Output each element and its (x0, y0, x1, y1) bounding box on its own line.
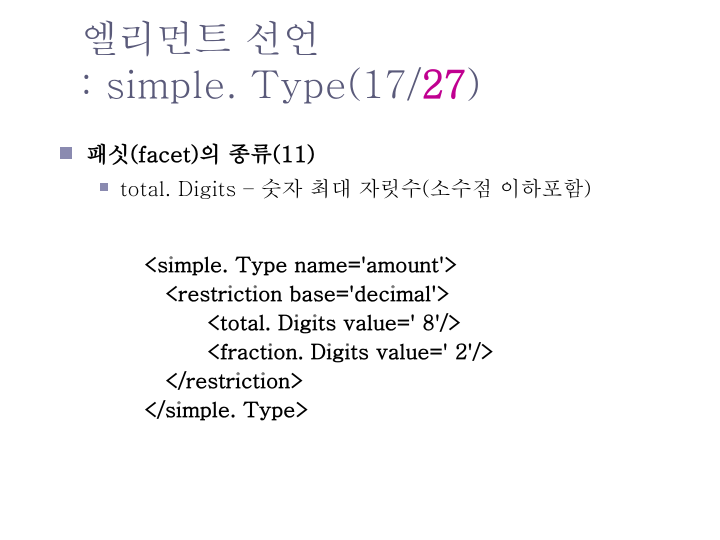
title-line-2: : simple. Type(17/27) (80, 60, 481, 106)
bullet-level-0: 패싯(facet)의 종류(11) (60, 138, 680, 170)
bullet-l0-text: 패싯(facet)의 종류(11) (86, 138, 315, 170)
code-block: <simple. Type name='amount'> <restrictio… (144, 220, 494, 423)
square-bullet-icon (60, 147, 72, 159)
code-line: <fraction. Digits value=' 2'/> (144, 335, 494, 365)
code-line: <total. Digits value=' 8'/> (144, 306, 461, 336)
bullet-l1-text: total. Digits – 숫자 최대 자릿수(소수점 이하포함) (120, 172, 592, 202)
code-line: <simple. Type name='amount'> (144, 248, 457, 278)
content: 패싯(facet)의 종류(11) total. Digits – 숫자 최대 … (60, 138, 680, 202)
code-line: </simple. Type> (144, 393, 309, 423)
title-page-total: 27 (421, 55, 466, 109)
title-colon: : (80, 55, 105, 109)
title-simpletype: simple. Type (105, 55, 347, 109)
code-line: </restriction> (144, 364, 303, 394)
title-open-paren: ( (347, 55, 361, 109)
title-block: 엘리먼트 선언 : simple. Type(17/27) (80, 14, 481, 105)
bullet-level-1: total. Digits – 숫자 최대 자릿수(소수점 이하포함) (60, 172, 680, 202)
title-line-1: 엘리먼트 선언 (80, 14, 481, 60)
square-bullet-icon (100, 183, 108, 191)
title-slash: / (407, 55, 421, 109)
title-close-paren: ) (466, 55, 480, 109)
title-page-current: 17 (362, 55, 407, 109)
slide: 엘리먼트 선언 : simple. Type(17/27) 패싯(facet)의… (0, 0, 720, 540)
code-line: <restriction base='decimal'> (144, 277, 450, 307)
